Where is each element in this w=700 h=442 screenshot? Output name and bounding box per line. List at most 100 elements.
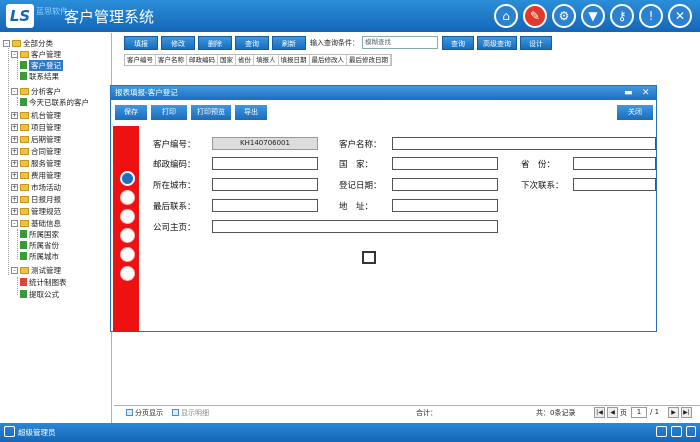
last-page-button[interactable]: ▶| (681, 407, 692, 418)
design-button[interactable]: 设计 (520, 36, 552, 50)
dialog-close-icon[interactable]: ✕ (642, 86, 650, 100)
tree-contract[interactable]: + 合同管理 (11, 146, 61, 156)
query-button[interactable]: 查询 (235, 36, 269, 50)
fill-dialog: 报表填报-客户登记 ▬ ✕ 保存 打印 打印预览 导出 关闭 客户编号： KH1… (110, 85, 657, 332)
province-label: 省 份： (521, 160, 556, 170)
minimize-icon[interactable]: ▬ (624, 86, 633, 100)
tree-machine[interactable]: + 机台管理 (11, 110, 61, 120)
step-dot[interactable] (120, 247, 135, 262)
print-button[interactable]: 打印 (151, 105, 187, 120)
col-header[interactable]: 省份 (236, 55, 254, 65)
tree-uncontacted-today[interactable]: 今天已联系的客户 (20, 97, 89, 107)
step-dot[interactable] (120, 266, 135, 281)
key-icon[interactable]: ⚷ (610, 4, 634, 28)
col-header[interactable]: 最后修改日期 (347, 55, 391, 65)
tree-market[interactable]: + 市场活动 (11, 182, 61, 192)
tree-rules[interactable]: + 管理规范 (11, 206, 61, 216)
homepage-field[interactable] (212, 220, 498, 233)
save-button[interactable]: 保存 (115, 105, 147, 120)
query-label: 输入查询条件： (310, 39, 359, 47)
gear-icon[interactable]: ⚙ (552, 4, 576, 28)
city-field[interactable] (212, 178, 318, 191)
report-icon[interactable]: ✎ (523, 4, 547, 28)
country-field[interactable] (392, 157, 498, 170)
search-button[interactable]: 查询 (442, 36, 474, 50)
app-logo: LS (6, 4, 34, 28)
checkbox-icon (126, 409, 133, 416)
customer-no-field[interactable]: KH140706001 (212, 137, 318, 150)
tree-contact-result[interactable]: 联系结果 (20, 71, 59, 81)
col-header[interactable]: 填报日期 (279, 55, 310, 65)
tree-country[interactable]: 所属国家 (20, 229, 59, 239)
step-dot-active[interactable] (120, 171, 135, 186)
doc-icon (20, 72, 27, 80)
step-bar (113, 126, 139, 332)
query-input[interactable]: 模糊查找 (362, 36, 438, 49)
tree-root[interactable]: - 全部分类 (3, 38, 53, 48)
print-preview-button[interactable]: 打印预览 (191, 105, 231, 120)
prev-page-button[interactable]: ◀ (607, 407, 618, 418)
city-label: 所在城市： (153, 181, 196, 191)
power-icon[interactable] (686, 426, 696, 437)
last-contact-field[interactable] (212, 199, 318, 212)
home-icon[interactable]: ⌂ (494, 4, 518, 28)
record-count: 共：0条记录 (536, 409, 576, 417)
close-button[interactable]: 关闭 (617, 105, 653, 120)
tree-test-mgmt[interactable]: - 测试管理 (11, 265, 61, 275)
close-icon[interactable]: ✕ (668, 4, 692, 28)
customer-name-field[interactable] (392, 137, 656, 150)
fill-button[interactable]: 填报 (124, 36, 158, 50)
tree-province[interactable]: 所属省份 (20, 240, 59, 250)
next-contact-field[interactable] (573, 178, 656, 191)
col-header[interactable]: 国家 (218, 55, 236, 65)
tree-analysis[interactable]: - 分析客户 (11, 86, 61, 96)
doc-icon (20, 252, 27, 260)
page-input[interactable]: 1 (631, 407, 647, 418)
step-dot[interactable] (120, 190, 135, 205)
col-header[interactable]: 客户编号 (125, 55, 156, 65)
monitor-icon[interactable] (656, 426, 667, 437)
tree-city[interactable]: 所属城市 (20, 251, 59, 261)
tree-customer-reg[interactable]: 客户登记 (20, 59, 63, 71)
export-button[interactable]: 导出 (235, 105, 267, 120)
edit-button[interactable]: 修改 (161, 36, 195, 50)
province-field[interactable] (573, 157, 656, 170)
col-header[interactable]: 邮政编码 (187, 55, 218, 65)
doc-icon (20, 290, 27, 298)
app-header: LS 蓝思软件 客户管理系统 ⌂ ✎ ⚙ ▼ ⚷ ! ✕ (0, 0, 700, 32)
refresh-button[interactable]: 刷新 (272, 36, 306, 50)
tree-chart-test[interactable]: 统计制图表 (20, 277, 67, 287)
shirt-icon[interactable]: ▼ (581, 4, 605, 28)
postal-field[interactable] (212, 157, 318, 170)
tree-customer-mgmt[interactable]: - 客户管理 (11, 49, 61, 59)
delete-button[interactable]: 删除 (198, 36, 232, 50)
detail-checkbox[interactable]: 显示明细 (172, 408, 209, 418)
reg-date-label: 登记日期： (339, 181, 382, 191)
tree-after-sales[interactable]: + 后期管理 (11, 134, 61, 144)
advanced-query-button[interactable]: 高级查询 (477, 36, 517, 50)
tree-service[interactable]: + 服务管理 (11, 158, 61, 168)
postal-label: 邮政编码： (153, 160, 196, 170)
next-page-button[interactable]: ▶ (668, 407, 679, 418)
user-icon (4, 426, 15, 437)
alert-icon[interactable]: ! (639, 4, 663, 28)
col-header[interactable]: 客户名称 (156, 55, 187, 65)
address-field[interactable] (392, 199, 498, 212)
paging-checkbox[interactable]: 分页显示 (126, 408, 163, 418)
total-label: 合计： (416, 409, 437, 417)
reg-date-field[interactable] (392, 178, 498, 191)
first-page-button[interactable]: |◀ (594, 407, 605, 418)
step-dot[interactable] (120, 209, 135, 224)
tree-basic-info[interactable]: - 基础信息 (11, 218, 61, 228)
step-dot[interactable] (120, 228, 135, 243)
doc-icon (20, 98, 27, 106)
tree-fee[interactable]: + 费用管理 (11, 170, 61, 180)
col-header[interactable]: 最后修改人 (310, 55, 347, 65)
tree-daily-report[interactable]: + 日报月报 (11, 194, 61, 204)
col-header[interactable]: 填报人 (254, 55, 279, 65)
tree-formula[interactable]: 提取公式 (20, 289, 59, 299)
last-contact-label: 最后联系： (153, 202, 196, 212)
window-icon[interactable] (671, 426, 682, 437)
tree-project[interactable]: + 项目管理 (11, 122, 61, 132)
app-title: 客户管理系统 (64, 8, 155, 26)
